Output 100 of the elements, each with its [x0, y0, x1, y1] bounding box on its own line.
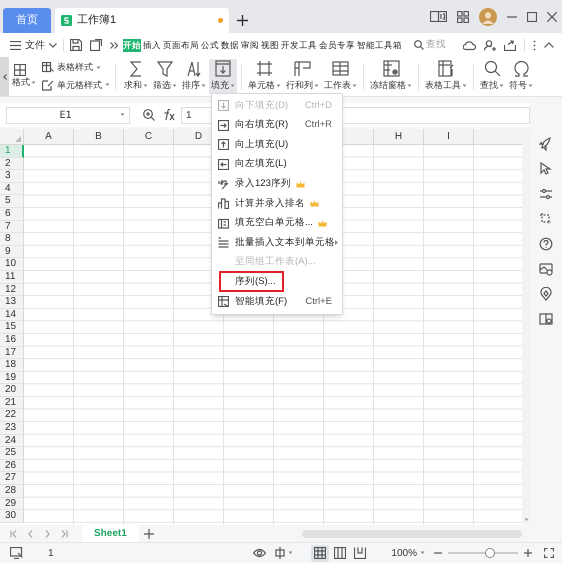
zoom-in-icon[interactable]	[143, 109, 155, 121]
row-header[interactable]: 19	[0, 372, 24, 384]
menu-tab[interactable]: 智能工具箱	[357, 38, 402, 52]
menu-icon[interactable]	[10, 40, 21, 50]
ribbon-button[interactable]: 排序	[180, 59, 208, 94]
column-header[interactable]: B	[74, 129, 124, 144]
add-sheet-icon[interactable]	[144, 528, 154, 538]
eye-icon[interactable]	[253, 548, 266, 558]
collapse-icon[interactable]	[544, 42, 554, 48]
row-header[interactable]: 21	[0, 396, 24, 410]
row-header[interactable]: 12	[0, 284, 24, 296]
row-header[interactable]: 17	[0, 346, 24, 360]
menu-item[interactable]: 填充空白单元格...	[212, 214, 342, 234]
menu-tab[interactable]: 开发工具	[281, 38, 317, 52]
column-header[interactable]: H	[374, 129, 424, 144]
grid-icon[interactable]	[457, 10, 469, 22]
more-options-icon[interactable]	[533, 40, 536, 50]
row-header[interactable]: 13	[0, 296, 24, 309]
cloud-icon[interactable]	[463, 40, 476, 50]
rocket-icon[interactable]	[539, 137, 553, 151]
ribbon-button[interactable]: 查找	[478, 59, 506, 94]
vertical-scrollbar[interactable]	[522, 129, 530, 525]
row-header[interactable]: 27	[0, 472, 24, 486]
location-pin-icon[interactable]	[539, 287, 553, 301]
menu-item[interactable]: 向左填充(L)	[212, 154, 342, 174]
table-icon[interactable]	[14, 64, 26, 76]
ribbon-button[interactable]: 筛选	[151, 59, 179, 94]
ribbon-button[interactable]: 单元格	[246, 59, 283, 94]
row-header[interactable]: 20	[0, 384, 24, 397]
help-icon[interactable]	[539, 237, 553, 251]
format-button[interactable]: 格式	[12, 76, 30, 90]
sliders-icon[interactable]	[539, 187, 553, 201]
row-header[interactable]: 22	[0, 409, 24, 422]
row-header[interactable]: 9	[0, 246, 24, 258]
ribbon-button[interactable]: 符号	[507, 59, 535, 94]
reading-mode-icon[interactable]	[430, 11, 447, 22]
column-header[interactable]: C	[124, 129, 174, 144]
row-header[interactable]: 29	[0, 498, 24, 510]
row-header[interactable]: 14	[0, 308, 24, 322]
menu-tab[interactable]: 会员专享	[319, 38, 355, 52]
zoom-dropdown[interactable]: 100%	[391, 546, 425, 560]
row-header[interactable]: 23	[0, 422, 24, 435]
row-header[interactable]: 24	[0, 434, 24, 448]
style-button[interactable]: 单元格样式	[42, 78, 110, 92]
menu-tab[interactable]: 公式	[201, 38, 219, 52]
row-header[interactable]: 3	[0, 170, 24, 183]
ribbon-button[interactable]: 冻结窗格	[368, 59, 414, 94]
menu-tab[interactable]: 数据	[221, 38, 239, 52]
add-user-icon[interactable]	[484, 40, 496, 50]
book-icon[interactable]	[539, 312, 553, 326]
maximize-icon[interactable]	[527, 12, 537, 22]
row-header[interactable]: 2	[0, 158, 24, 170]
ribbon-button[interactable]: 填充	[209, 59, 237, 94]
crop-icon[interactable]	[539, 212, 553, 226]
menu-tab[interactable]: 审阅	[241, 38, 259, 52]
row-header[interactable]: 4	[0, 182, 24, 196]
row-header[interactable]: 10	[0, 258, 24, 271]
row-header[interactable]: 28	[0, 485, 24, 498]
document-tab[interactable]: 工作簿1	[55, 8, 229, 33]
new-tab-icon[interactable]	[237, 15, 248, 26]
style-button[interactable]: 表格样式	[42, 61, 110, 74]
column-header[interactable]: I	[424, 129, 474, 144]
row-header[interactable]: 15	[0, 321, 24, 334]
zoom-in-icon[interactable]	[524, 549, 532, 557]
menu-item[interactable]: 序列(S)...	[212, 272, 342, 292]
menu-item[interactable]: 批量插入文本到单元格	[212, 233, 342, 253]
menu-item[interactable]: 计算并录入排名	[212, 194, 342, 214]
menu-item[interactable]: 智能填充(F) Ctrl+E	[212, 292, 342, 312]
zoom-slider-thumb[interactable]	[485, 548, 495, 558]
ribbon-button[interactable]: 工作表	[322, 59, 359, 94]
column-header[interactable]: A	[24, 129, 74, 144]
row-header[interactable]: 16	[0, 334, 24, 346]
picture-frame-icon[interactable]	[539, 262, 553, 276]
menu-item[interactable]: 录入123序列	[212, 174, 342, 194]
row-header[interactable]: 7	[0, 220, 24, 234]
close-icon[interactable]	[547, 12, 557, 22]
row-header[interactable]: 6	[0, 208, 24, 221]
row-header[interactable]: 25	[0, 447, 24, 460]
ribbon-button[interactable]: 行和列	[284, 59, 321, 94]
ribbon-button[interactable]: 表格工具	[423, 59, 469, 94]
row-header[interactable]: 5	[0, 195, 24, 208]
share-icon[interactable]	[504, 40, 516, 50]
more-icon[interactable]	[110, 42, 118, 48]
crosshair-icon[interactable]	[274, 547, 286, 559]
row-header[interactable]: 26	[0, 460, 24, 472]
menu-tab[interactable]: 页面布局	[163, 38, 199, 52]
fullscreen-icon[interactable]	[544, 548, 554, 558]
pointer-icon[interactable]	[539, 162, 553, 176]
row-header[interactable]: 11	[0, 270, 24, 284]
save-icon[interactable]	[70, 39, 82, 51]
row-header[interactable]: 30	[0, 510, 24, 523]
ribbon-button[interactable]: 求和	[122, 59, 150, 94]
menu-tab[interactable]: 视图	[261, 38, 279, 52]
row-header[interactable]: 18	[0, 359, 24, 372]
view-button[interactable]	[311, 544, 330, 562]
menu-tab[interactable]: 插入	[143, 38, 161, 52]
name-box[interactable]: E1	[6, 106, 130, 124]
file-menu[interactable]: 文件	[25, 38, 45, 52]
macro-icon[interactable]	[10, 547, 23, 559]
row-header[interactable]: 8	[0, 233, 24, 246]
